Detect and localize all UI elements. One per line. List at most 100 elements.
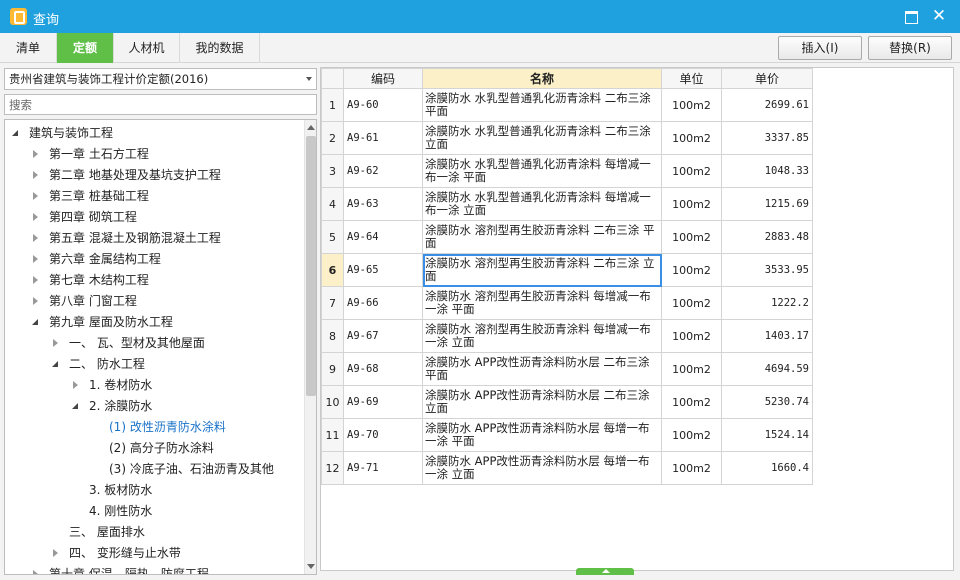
collapsed-arrow-icon[interactable] [51, 543, 61, 564]
tree-item[interactable]: 第六章 金属结构工程 [5, 249, 303, 270]
code-cell[interactable]: A9-65 [343, 253, 423, 287]
code-cell[interactable]: A9-63 [343, 187, 423, 221]
table-row[interactable]: 1 A9-60 涂膜防水 水乳型普通乳化沥青涂料 二布三涂 平面 100m2 2699.… [321, 88, 813, 122]
unit-cell[interactable]: 100m2 [661, 319, 722, 353]
price-cell[interactable]: 1048.33 [721, 154, 813, 188]
code-cell[interactable]: A9-70 [343, 418, 423, 452]
collapsed-arrow-icon[interactable] [31, 207, 41, 228]
scroll-down-icon[interactable] [307, 564, 315, 569]
tree-item[interactable]: 4. 刚性防水 [5, 501, 303, 522]
unit-cell[interactable]: 100m2 [661, 253, 722, 287]
unit-cell[interactable]: 100m2 [661, 418, 722, 452]
row-number-cell[interactable]: 4 [321, 187, 344, 221]
tree-item[interactable]: 第一章 土石方工程 [5, 144, 303, 165]
insert-button[interactable]: 插入(I) [778, 36, 862, 60]
collapsed-arrow-icon[interactable] [31, 270, 41, 291]
table-row[interactable]: 5 A9-64 涂膜防水 溶剂型再生胶沥青涂料 二布三涂 平面 100m2 2883.4… [321, 220, 813, 254]
collapsed-arrow-icon[interactable] [31, 144, 41, 165]
name-cell[interactable]: 涂膜防水 溶剂型再生胶沥青涂料 二布三涂 立面 [422, 253, 662, 287]
price-cell[interactable]: 2699.61 [721, 88, 813, 122]
name-cell[interactable]: 涂膜防水 水乳型普通乳化沥青涂料 每增减一布一涂 平面 [422, 154, 662, 188]
table-row[interactable]: 11 A9-70 涂膜防水 APP改性沥青涂料防水层 每增一布一涂 平面 100m2 1… [321, 418, 813, 452]
tab-labor-material-machine[interactable]: 人材机 [114, 33, 180, 63]
table-row[interactable]: 2 A9-61 涂膜防水 水乳型普通乳化沥青涂料 二布三涂 立面 100m2 3337.… [321, 121, 813, 155]
price-cell[interactable]: 3533.95 [721, 253, 813, 287]
table-row[interactable]: 7 A9-66 涂膜防水 溶剂型再生胶沥青涂料 每增减一布一涂 平面 100m2 122… [321, 286, 813, 320]
row-number-cell[interactable]: 2 [321, 121, 344, 155]
header-price[interactable]: 单价 [721, 68, 813, 89]
tree-item[interactable]: 3. 板材防水 [5, 480, 303, 501]
panel-collapse-handle[interactable] [576, 568, 634, 575]
tree-item[interactable]: 二、 防水工程 [5, 354, 303, 375]
row-number-cell[interactable]: 12 [321, 451, 344, 485]
table-row[interactable]: 8 A9-67 涂膜防水 溶剂型再生胶沥青涂料 每增减一布一涂 立面 100m2 140… [321, 319, 813, 353]
tree-item[interactable]: 第七章 木结构工程 [5, 270, 303, 291]
unit-cell[interactable]: 100m2 [661, 451, 722, 485]
row-number-cell[interactable]: 10 [321, 385, 344, 419]
row-number-cell[interactable]: 6 [321, 253, 344, 287]
tree-item[interactable]: 第三章 桩基础工程 [5, 186, 303, 207]
unit-cell[interactable]: 100m2 [661, 352, 722, 386]
price-cell[interactable]: 1215.69 [721, 187, 813, 221]
table-row[interactable]: 3 A9-62 涂膜防水 水乳型普通乳化沥青涂料 每增减一布一涂 平面 100m2 10… [321, 154, 813, 188]
tree-item[interactable]: (2) 高分子防水涂料 [5, 438, 303, 459]
price-cell[interactable]: 3337.85 [721, 121, 813, 155]
price-cell[interactable]: 1524.14 [721, 418, 813, 452]
table-row[interactable]: 9 A9-68 涂膜防水 APP改性沥青涂料防水层 二布三涂 平面 100m2 4694… [321, 352, 813, 386]
header-unit[interactable]: 单位 [661, 68, 722, 89]
tree-item[interactable]: 2. 涂膜防水 [5, 396, 303, 417]
name-cell[interactable]: 涂膜防水 APP改性沥青涂料防水层 每增一布一涂 立面 [422, 451, 662, 485]
tree-item[interactable]: 1. 卷材防水 [5, 375, 303, 396]
expanded-arrow-icon[interactable] [31, 312, 41, 333]
row-number-cell[interactable]: 5 [321, 220, 344, 254]
name-cell[interactable]: 涂膜防水 APP改性沥青涂料防水层 二布三涂 平面 [422, 352, 662, 386]
code-cell[interactable]: A9-69 [343, 385, 423, 419]
expanded-arrow-icon[interactable] [51, 354, 61, 375]
tree-item[interactable]: 第十章 保温、隔热、防腐工程 [5, 564, 303, 574]
tab-my-data[interactable]: 我的数据 [180, 33, 260, 63]
tree-scrollbar[interactable] [304, 120, 316, 574]
code-cell[interactable]: A9-62 [343, 154, 423, 188]
scroll-up-icon[interactable] [307, 125, 315, 130]
table-row[interactable]: 4 A9-63 涂膜防水 水乳型普通乳化沥青涂料 每增减一布一涂 立面 100m2 12… [321, 187, 813, 221]
price-cell[interactable]: 5230.74 [721, 385, 813, 419]
row-number-cell[interactable]: 1 [321, 88, 344, 122]
tree-item[interactable]: (3) 冷底子油、石油沥青及其他 [5, 459, 303, 480]
price-cell[interactable]: 2883.48 [721, 220, 813, 254]
expanded-arrow-icon[interactable] [71, 396, 81, 417]
tab-quota[interactable]: 定额 [57, 33, 114, 63]
close-icon[interactable]: ✕ [929, 6, 949, 26]
row-number-cell[interactable]: 11 [321, 418, 344, 452]
quota-library-select[interactable]: 贵州省建筑与装饰工程计价定额(2016) [4, 68, 317, 90]
tree-item[interactable]: 第四章 砌筑工程 [5, 207, 303, 228]
tree-item[interactable]: 三、 屋面排水 [5, 522, 303, 543]
tree-item[interactable]: 第八章 门窗工程 [5, 291, 303, 312]
name-cell[interactable]: 涂膜防水 溶剂型再生胶沥青涂料 每增减一布一涂 平面 [422, 286, 662, 320]
name-cell[interactable]: 涂膜防水 溶剂型再生胶沥青涂料 每增减一布一涂 立面 [422, 319, 662, 353]
tree-item[interactable]: 第九章 屋面及防水工程 [5, 312, 303, 333]
header-code[interactable]: 编码 [343, 68, 423, 89]
tree-item[interactable]: 第二章 地基处理及基坑支护工程 [5, 165, 303, 186]
name-cell[interactable]: 涂膜防水 水乳型普通乳化沥青涂料 每增减一布一涂 立面 [422, 187, 662, 221]
code-cell[interactable]: A9-71 [343, 451, 423, 485]
table-row[interactable]: 6 A9-65 涂膜防水 溶剂型再生胶沥青涂料 二布三涂 立面 100m2 3533.9… [321, 253, 813, 287]
tree-item[interactable]: 第五章 混凝土及钢筋混凝土工程 [5, 228, 303, 249]
row-number-cell[interactable]: 8 [321, 319, 344, 353]
collapsed-arrow-icon[interactable] [31, 564, 41, 574]
table-row[interactable]: 10 A9-69 涂膜防水 APP改性沥青涂料防水层 二布三涂 立面 100m2 523… [321, 385, 813, 419]
unit-cell[interactable]: 100m2 [661, 121, 722, 155]
collapsed-arrow-icon[interactable] [31, 291, 41, 312]
collapsed-arrow-icon[interactable] [51, 333, 61, 354]
name-cell[interactable]: 涂膜防水 溶剂型再生胶沥青涂料 二布三涂 平面 [422, 220, 662, 254]
code-cell[interactable]: A9-61 [343, 121, 423, 155]
row-number-cell[interactable]: 9 [321, 352, 344, 386]
tree-item[interactable]: (1) 改性沥青防水涂料 [5, 417, 303, 438]
row-number-cell[interactable]: 3 [321, 154, 344, 188]
code-cell[interactable]: A9-66 [343, 286, 423, 320]
row-number-cell[interactable]: 7 [321, 286, 344, 320]
search-input[interactable] [4, 94, 317, 115]
collapsed-arrow-icon[interactable] [31, 165, 41, 186]
tree-item[interactable]: 四、 变形缝与止水带 [5, 543, 303, 564]
price-cell[interactable]: 4694.59 [721, 352, 813, 386]
tree-item[interactable]: 一、 瓦、型材及其他屋面 [5, 333, 303, 354]
